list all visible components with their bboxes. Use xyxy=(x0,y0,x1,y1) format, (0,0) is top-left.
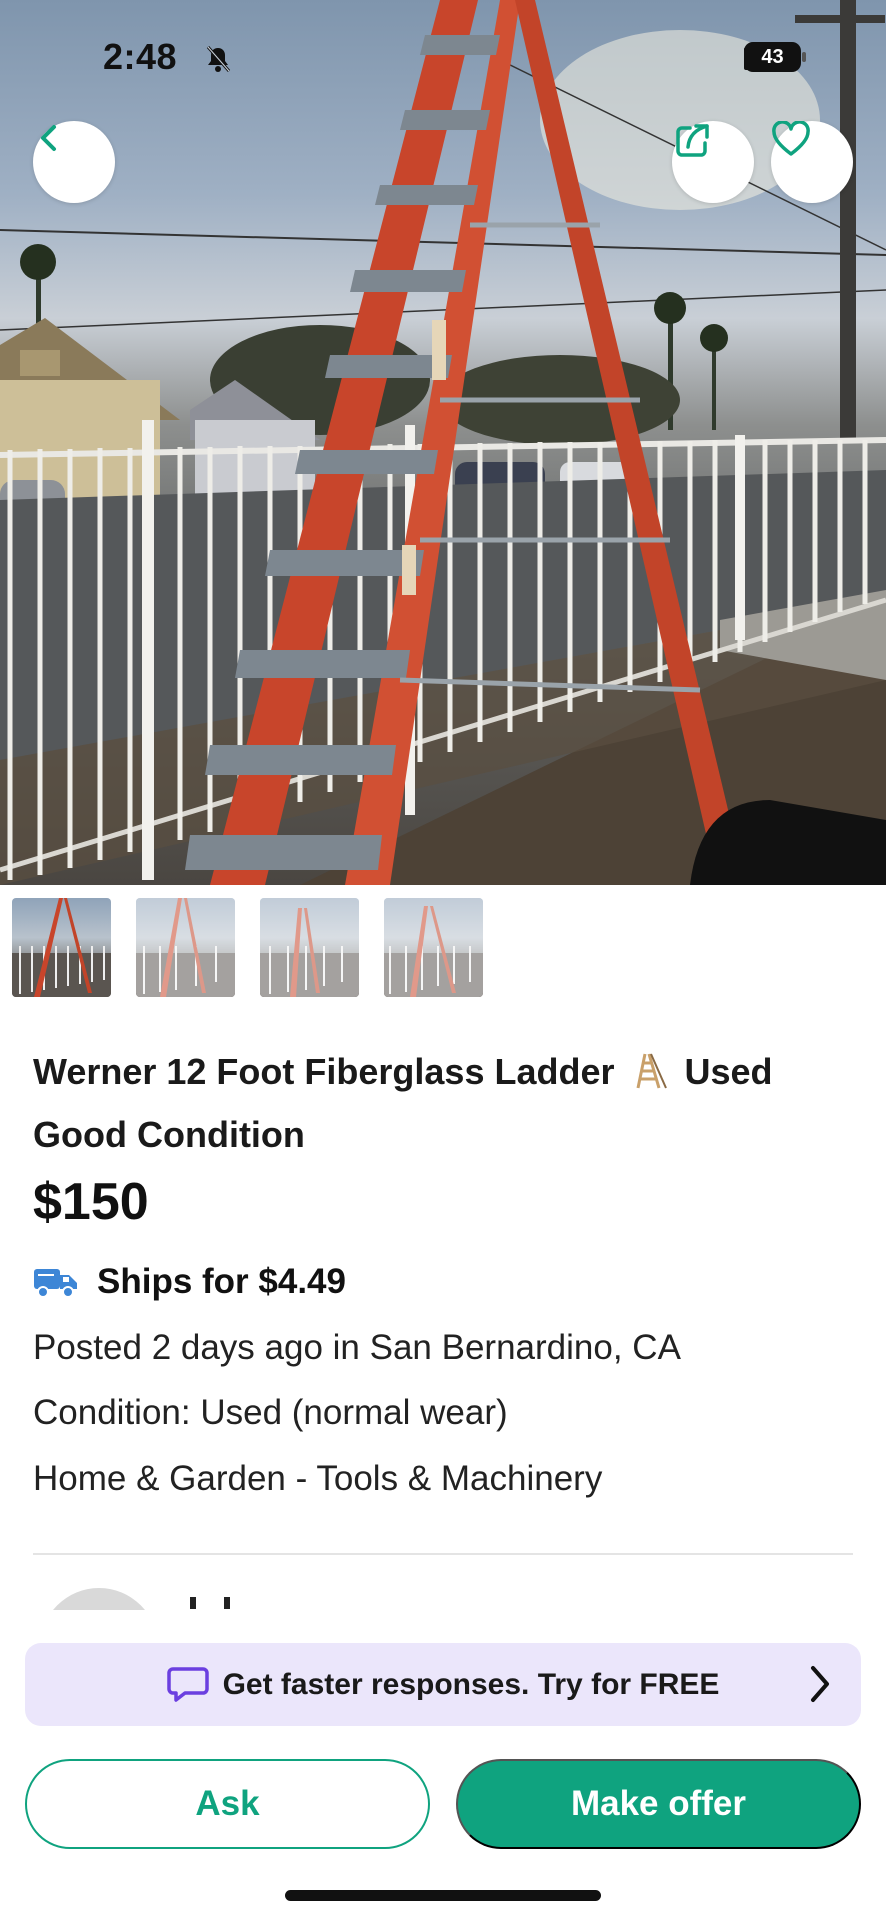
listing-title-main: Werner 12 Foot Fiberglass Ladder xyxy=(33,1051,615,1092)
status-icons: 43 xyxy=(744,42,806,72)
make-offer-button[interactable]: Make offer xyxy=(456,1759,861,1849)
heart-outline-icon xyxy=(772,121,810,156)
thumbnail-image xyxy=(136,898,235,997)
category-link[interactable]: Home & Garden - Tools & Machinery xyxy=(33,1459,602,1499)
bell-slash-icon xyxy=(206,46,231,72)
thumbnail-image xyxy=(12,898,111,997)
photo-thumbnails xyxy=(12,898,483,997)
truck-icon xyxy=(34,1269,77,1298)
chat-bubble-icon xyxy=(166,1666,209,1702)
ladder-photo-illustration xyxy=(0,0,886,885)
home-indicator[interactable] xyxy=(285,1890,601,1901)
promo-text: Get faster responses. Try for FREE xyxy=(222,1667,720,1701)
status-time: 2:48 xyxy=(103,36,178,77)
ladder-icon xyxy=(636,1053,667,1089)
thumbnail-4[interactable] xyxy=(384,898,483,997)
share-button[interactable] xyxy=(672,121,754,203)
listing-title: Werner 12 Foot Fiberglass Ladder Used Go… xyxy=(33,1040,863,1166)
share-icon xyxy=(676,124,709,157)
favorite-button[interactable] xyxy=(771,121,853,203)
ask-button[interactable]: Ask xyxy=(25,1759,430,1849)
shipping-text: Ships for $4.49 xyxy=(97,1262,346,1301)
promo-banner[interactable]: Get faster responses. Try for FREE xyxy=(25,1643,861,1726)
section-divider xyxy=(33,1553,853,1555)
battery-level: 43 xyxy=(761,46,784,68)
thumbnail-2[interactable] xyxy=(136,898,235,997)
chevron-left-icon xyxy=(41,125,56,151)
status-bar: 2:48 43 xyxy=(0,0,886,120)
thumbnail-image xyxy=(384,906,483,997)
thumbnail-3[interactable] xyxy=(260,898,359,997)
shipping-info: Ships for $4.49 xyxy=(33,1262,346,1302)
listing-main-photo[interactable]: 2:48 43 xyxy=(0,0,886,885)
seller-name-peek xyxy=(190,1596,260,1610)
battery-icon: 43 xyxy=(744,42,806,72)
thumbnail-1[interactable] xyxy=(12,898,111,997)
posted-info: Posted 2 days ago in San Bernardino, CA xyxy=(33,1328,681,1367)
back-button[interactable] xyxy=(33,121,115,203)
listing-price: $150 xyxy=(33,1173,149,1231)
condition-info: Condition: Used (normal wear) xyxy=(33,1393,508,1432)
thumbnail-image xyxy=(260,908,359,997)
chevron-right-icon xyxy=(811,1666,829,1702)
